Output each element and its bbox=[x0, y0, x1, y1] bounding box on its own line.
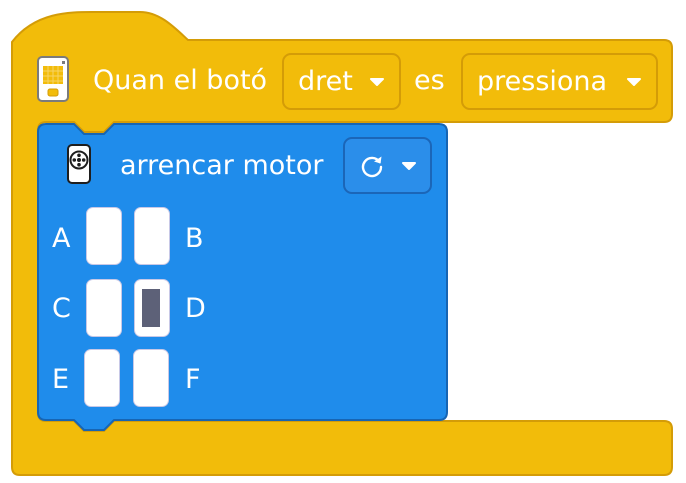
port-f-toggle[interactable] bbox=[133, 349, 169, 407]
port-b-label: B bbox=[185, 223, 204, 254]
port-d-selected-indicator bbox=[142, 289, 160, 327]
motor-icon bbox=[67, 144, 91, 184]
port-f-label: F bbox=[185, 364, 201, 395]
port-e-toggle[interactable] bbox=[84, 349, 120, 407]
start-motor-label: arrencar motor bbox=[120, 150, 324, 181]
port-d-toggle[interactable] bbox=[134, 279, 170, 337]
port-a-toggle[interactable] bbox=[86, 207, 122, 265]
port-d-label: D bbox=[185, 293, 206, 324]
port-b-toggle[interactable] bbox=[134, 207, 170, 265]
port-e-label: E bbox=[52, 364, 70, 395]
port-c-label: C bbox=[52, 293, 71, 324]
rotate-clockwise-icon bbox=[361, 156, 383, 177]
caret-down-icon bbox=[402, 161, 416, 170]
port-a-label: A bbox=[52, 223, 71, 254]
port-c-toggle[interactable] bbox=[86, 279, 122, 337]
motor-direction-dropdown[interactable] bbox=[343, 137, 432, 194]
